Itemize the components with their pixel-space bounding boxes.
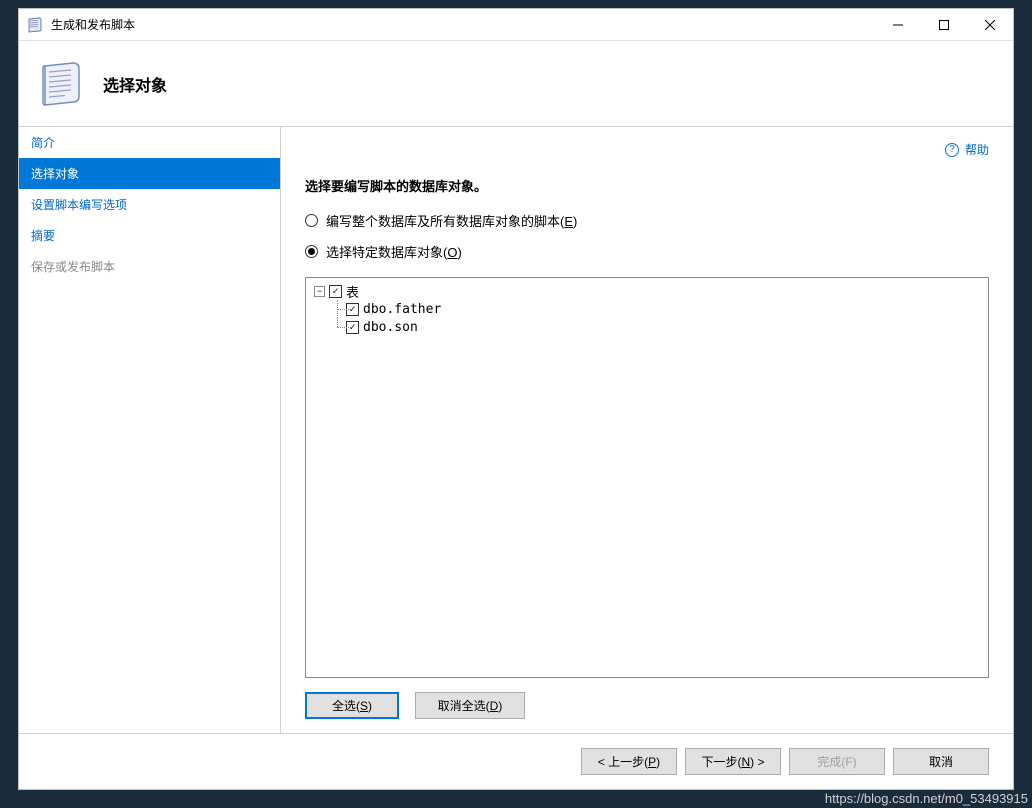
object-tree[interactable]: − 表 dbo.father dbo.son bbox=[305, 277, 989, 678]
tree-label: 表 bbox=[346, 282, 359, 301]
body-section: 简介 选择对象 设置脚本编写选项 摘要 保存或发布脚本 ? 帮助 选择要编写脚本… bbox=[19, 127, 1013, 733]
select-all-button[interactable]: 全选(S) bbox=[305, 692, 399, 719]
header-section: 选择对象 bbox=[19, 41, 1013, 127]
tree-checkbox[interactable] bbox=[329, 285, 342, 298]
tree-node-child[interactable]: dbo.son bbox=[310, 318, 984, 336]
maximize-button[interactable] bbox=[921, 10, 967, 40]
cancel-button[interactable]: 取消 bbox=[893, 748, 989, 775]
sidebar-item-save-publish[interactable]: 保存或发布脚本 bbox=[19, 251, 280, 282]
sidebar-item-select-objects[interactable]: 选择对象 bbox=[19, 158, 280, 189]
radio-circle-icon bbox=[305, 214, 318, 227]
next-button[interactable]: 下一步(N) > bbox=[685, 748, 781, 775]
watermark: https://blog.csdn.net/m0_53493915 bbox=[825, 791, 1028, 806]
collapse-icon[interactable]: − bbox=[314, 286, 325, 297]
sidebar-item-intro[interactable]: 简介 bbox=[19, 127, 280, 158]
radio-circle-icon bbox=[305, 245, 318, 258]
sidebar-item-script-options[interactable]: 设置脚本编写选项 bbox=[19, 189, 280, 220]
close-button[interactable] bbox=[967, 10, 1013, 40]
tree-node-child[interactable]: dbo.father bbox=[310, 300, 984, 318]
finish-button: 完成(F) bbox=[789, 748, 885, 775]
radio-all-database[interactable]: 编写整个数据库及所有数据库对象的脚本(E) bbox=[305, 211, 989, 230]
footer-buttons: < 上一步(P) 下一步(N) > 完成(F) 取消 bbox=[19, 733, 1013, 789]
help-link[interactable]: 帮助 bbox=[965, 141, 989, 158]
dialog-window: 生成和发布脚本 选择对象 简介 选择对象 设置脚本编写选项 bbox=[18, 8, 1014, 790]
app-icon bbox=[27, 17, 43, 33]
script-icon bbox=[37, 60, 85, 108]
radio-label: 编写整个数据库及所有数据库对象的脚本(E) bbox=[326, 211, 577, 230]
selection-buttons: 全选(S) 取消全选(D) bbox=[305, 692, 989, 719]
sidebar-item-summary[interactable]: 摘要 bbox=[19, 220, 280, 251]
radio-label: 选择特定数据库对象(O) bbox=[326, 242, 462, 261]
sidebar: 简介 选择对象 设置脚本编写选项 摘要 保存或发布脚本 bbox=[19, 127, 281, 733]
prev-button[interactable]: < 上一步(P) bbox=[581, 748, 677, 775]
radio-specific-objects[interactable]: 选择特定数据库对象(O) bbox=[305, 242, 989, 261]
deselect-all-button[interactable]: 取消全选(D) bbox=[415, 692, 525, 719]
help-icon: ? bbox=[945, 143, 959, 157]
help-row: ? 帮助 bbox=[305, 141, 989, 158]
section-heading: 选择要编写脚本的数据库对象。 bbox=[305, 176, 989, 195]
titlebar: 生成和发布脚本 bbox=[19, 9, 1013, 41]
tree-label: dbo.son bbox=[363, 320, 418, 335]
window-title: 生成和发布脚本 bbox=[51, 16, 875, 33]
page-title: 选择对象 bbox=[103, 72, 167, 96]
tree-node-tables[interactable]: − 表 bbox=[310, 282, 984, 300]
main-panel: ? 帮助 选择要编写脚本的数据库对象。 编写整个数据库及所有数据库对象的脚本(E… bbox=[281, 127, 1013, 733]
titlebar-controls bbox=[875, 10, 1013, 40]
minimize-button[interactable] bbox=[875, 10, 921, 40]
tree-label: dbo.father bbox=[363, 302, 441, 317]
